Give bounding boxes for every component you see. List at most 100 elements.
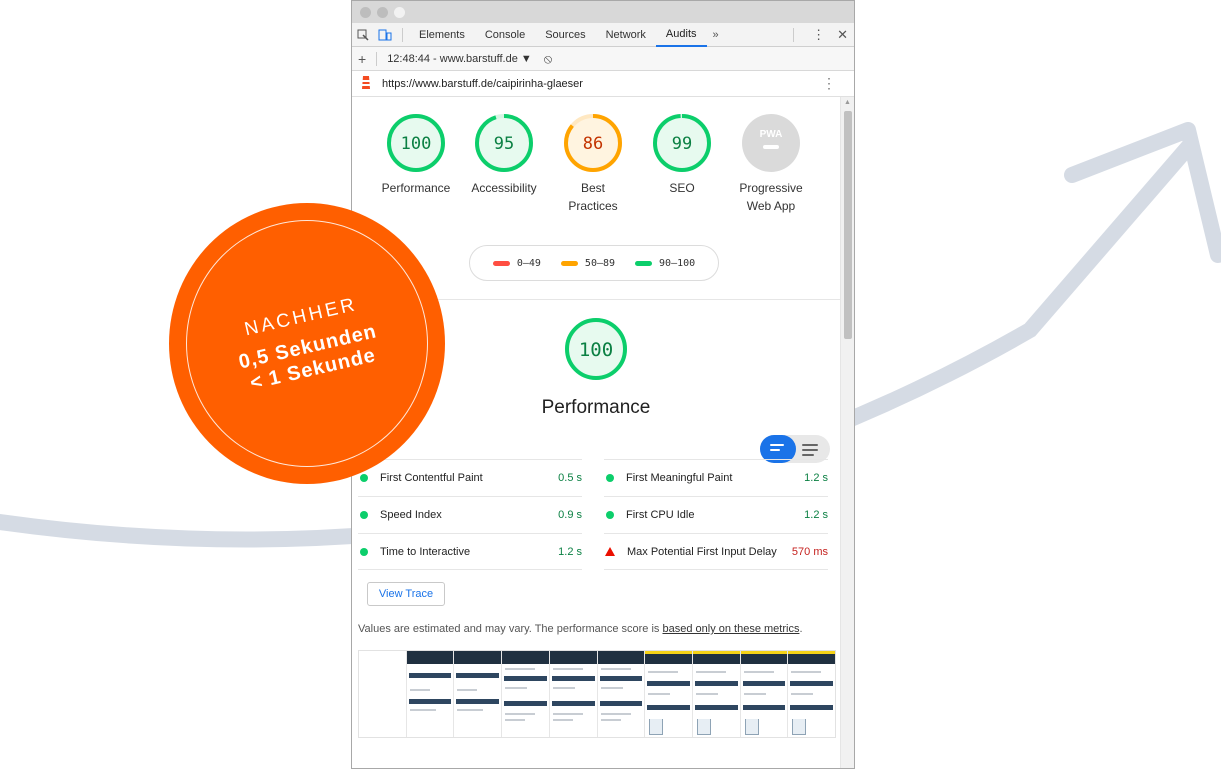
gauge-ring: 100 <box>565 318 627 380</box>
gauge-label: Progressive Web App <box>739 181 803 213</box>
gauge-pwa[interactable]: PWA Progressive Web App <box>727 113 815 215</box>
gauge-ring: 100 <box>387 114 445 172</box>
gauge-label: Best Practices <box>568 181 618 213</box>
expanded-view-icon[interactable] <box>802 444 818 459</box>
legend-item-pass: 90–100 <box>635 258 695 269</box>
legend-item-fail: 0–49 <box>492 257 541 269</box>
divider <box>793 28 795 42</box>
gauge-best-practices[interactable]: 86 Best Practices <box>549 113 637 215</box>
legend-label: 0–49 <box>516 257 541 269</box>
filmstrip <box>358 650 836 738</box>
performance-big-gauge: 100 <box>560 317 632 381</box>
filmstrip-frame <box>692 651 741 737</box>
legend-swatch <box>560 260 578 266</box>
metric-max-potential-fid: Max Potential First Input Delay 570 ms <box>604 533 828 570</box>
window-minimize-dot[interactable] <box>377 6 388 18</box>
view-trace-button[interactable]: View Trace <box>367 582 445 606</box>
pass-indicator-icon <box>606 474 614 482</box>
gauge-ring: 86 <box>564 114 622 172</box>
lighthouse-icon <box>360 75 372 93</box>
devtools-tabbar: Elements Console Sources Network Audits … <box>352 23 854 47</box>
tab-elements[interactable]: Elements <box>409 23 475 47</box>
metrics-link[interactable]: based only on these metrics <box>662 623 799 635</box>
pass-indicator-icon <box>606 511 614 519</box>
metric-name: First Meaningful Paint <box>626 472 733 484</box>
gauge-label: SEO <box>669 181 695 195</box>
legend-swatch <box>492 260 510 266</box>
add-audit-icon[interactable]: + <box>358 51 366 67</box>
gauge-value: 95 <box>494 134 514 154</box>
filmstrip-frame <box>502 651 550 737</box>
filmstrip-frame <box>406 651 455 737</box>
gauge-seo[interactable]: 99 SEO <box>638 113 726 197</box>
scroll-up-icon[interactable]: ▲ <box>844 99 851 106</box>
filmstrip-frame <box>549 651 598 737</box>
metric-value: 570 ms <box>791 545 828 558</box>
more-tabs-icon[interactable]: » <box>707 29 725 41</box>
estimate-note-end: . <box>799 623 803 635</box>
close-devtools-icon[interactable]: ✕ <box>837 27 848 43</box>
divider <box>402 27 403 42</box>
tab-network[interactable]: Network <box>596 23 656 47</box>
gauge-value: 86 <box>583 134 603 154</box>
gauge-label: Accessibility <box>471 181 537 195</box>
compact-view-icon <box>770 444 784 454</box>
estimate-note: Values are estimated and may vary. The p… <box>358 623 803 635</box>
filmstrip-frame <box>740 651 789 737</box>
metric-name: First CPU Idle <box>626 509 695 521</box>
metric-name: Time to Interactive <box>380 545 471 558</box>
pwa-badge-text: PWA <box>760 129 783 140</box>
metric-value: 1.2 s <box>804 472 828 484</box>
legend-label: 50–89 <box>584 257 616 269</box>
pass-indicator-icon <box>360 547 368 556</box>
score-legend: 0–49 50–89 90–100 <box>469 245 719 281</box>
nachher-badge: NACHHER 0,5 Sekunden < 1 Sekunde <box>169 203 445 484</box>
scrollbar[interactable]: ▲ <box>840 97 854 768</box>
filmstrip-frame <box>597 651 646 737</box>
metric-value: 1.2 s <box>804 509 828 521</box>
devtools-menu-icon[interactable]: ⋮ <box>812 27 825 43</box>
tab-audits[interactable]: Audits <box>655 23 707 47</box>
window-close-dot[interactable] <box>360 6 371 18</box>
gauge-accessibility[interactable]: 95 Accessibility <box>460 113 548 197</box>
tab-sources[interactable]: Sources <box>535 23 595 47</box>
metric-first-cpu-idle: First CPU Idle 1.2 s <box>604 496 828 533</box>
estimate-note-text: Values are estimated and may vary. The p… <box>358 623 663 635</box>
metric-name: Speed Index <box>380 509 442 521</box>
metric-name: First Contentful Paint <box>380 472 483 484</box>
report-menu-icon[interactable]: ⋮ <box>822 76 836 90</box>
inspect-icon[interactable] <box>352 23 374 47</box>
gauge-value: 100 <box>401 134 432 154</box>
gauge-value: 100 <box>579 339 613 361</box>
gauge-ring: 95 <box>475 114 533 172</box>
gauge-ring: 99 <box>653 114 711 172</box>
legend-label: 90–100 <box>659 257 696 269</box>
title-bar <box>352 1 854 23</box>
scroll-thumb[interactable] <box>844 111 852 339</box>
report-url[interactable]: https://www.barstuff.de/caipirinha-glaes… <box>382 78 583 90</box>
metric-time-to-interactive: Time to Interactive 1.2 s <box>358 533 582 570</box>
pwa-badge-icon: PWA <box>742 114 800 172</box>
filmstrip-frame <box>645 651 693 737</box>
legend-swatch <box>635 260 653 266</box>
metric-value: 1.2 s <box>558 545 582 558</box>
clear-icon[interactable]: ⦸ <box>544 51 552 67</box>
report-url-bar: https://www.barstuff.de/caipirinha-glaes… <box>352 71 854 97</box>
metric-speed-index: Speed Index 0.9 s <box>358 496 582 533</box>
filmstrip-frame <box>788 651 836 737</box>
report-select[interactable]: 12:48:44 - www.barstuff.de ▼ <box>387 53 532 65</box>
window-maximize-dot[interactable] <box>394 6 405 18</box>
filmstrip-frame <box>359 651 407 737</box>
devtools-actions: ⋮ ✕ <box>787 23 848 47</box>
audit-report-bar: + 12:48:44 - www.barstuff.de ▼ ⦸ <box>352 47 854 71</box>
pass-indicator-icon <box>360 511 368 519</box>
tab-console[interactable]: Console <box>475 23 535 47</box>
metric-value: 0.5 s <box>558 472 582 484</box>
warning-triangle-icon <box>605 547 615 556</box>
pass-indicator-icon <box>360 474 368 482</box>
device-toggle-icon[interactable] <box>374 23 396 47</box>
metric-first-meaningful-paint: First Meaningful Paint 1.2 s <box>604 459 828 496</box>
metric-value: 0.9 s <box>558 509 582 521</box>
metric-name: Max Potential First Input Delay <box>627 545 777 558</box>
gauge-value: 99 <box>672 134 692 154</box>
